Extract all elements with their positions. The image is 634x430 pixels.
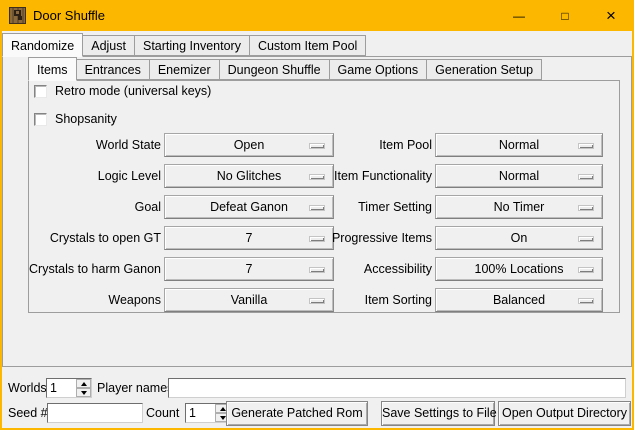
accessibility-dropdown[interactable]: 100% Locations (435, 257, 603, 281)
dropdown-indicator-icon (309, 236, 325, 242)
window-title: Door Shuffle (33, 8, 105, 23)
count-input[interactable] (186, 404, 215, 422)
accessibility-label: Accessibility (329, 257, 432, 281)
tab-entrances[interactable]: Entrances (76, 59, 150, 80)
main-tab-bar: Randomize Adjust Starting Inventory Cust… (2, 33, 366, 57)
crystals-gt-dropdown[interactable]: 7 (164, 226, 334, 250)
progressive-items-label: Progressive Items (329, 226, 432, 250)
dropdown-indicator-icon (578, 174, 594, 180)
maximize-icon: □ (561, 9, 568, 23)
minimize-icon: — (513, 9, 525, 23)
shopsanity-label: Shopsanity (55, 112, 117, 127)
timer-setting-label: Timer Setting (329, 195, 432, 219)
item-pool-label: Item Pool (329, 133, 432, 157)
dropdown-indicator-icon (309, 143, 325, 149)
timer-setting-dropdown[interactable]: No Timer (435, 195, 603, 219)
weapons-dropdown[interactable]: Vanilla (164, 288, 334, 312)
item-functionality-value: Normal (499, 169, 539, 183)
tab-items[interactable]: Items (28, 57, 77, 81)
logic-level-dropdown[interactable]: No Glitches (164, 164, 334, 188)
save-settings-button[interactable]: Save Settings to File (381, 401, 495, 426)
count-label: Count (146, 403, 179, 423)
retro-mode-label: Retro mode (universal keys) (55, 84, 211, 99)
progressive-items-dropdown[interactable]: On (435, 226, 603, 250)
world-state-value: Open (234, 138, 265, 152)
crystals-gt-label: Crystals to open GT (33, 226, 161, 250)
item-sorting-label: Item Sorting (329, 288, 432, 312)
maximize-button[interactable]: □ (542, 0, 588, 31)
dropdown-indicator-icon (578, 298, 594, 304)
timer-setting-value: No Timer (494, 200, 545, 214)
bottom-controls: Worlds Player names Seed # Count Generat… (2, 367, 632, 428)
weapons-value: Vanilla (231, 293, 268, 307)
items-tab-pane: Retro mode (universal keys) Shopsanity W… (28, 80, 620, 313)
worlds-spinbox[interactable] (46, 378, 92, 398)
tab-enemizer[interactable]: Enemizer (149, 59, 220, 80)
minimize-button[interactable]: — (496, 0, 542, 31)
progressive-items-value: On (511, 231, 528, 245)
count-spinbox[interactable] (185, 403, 231, 423)
close-button[interactable]: × (588, 0, 634, 31)
retro-mode-checkbox[interactable] (34, 85, 47, 98)
worlds-label: Worlds (8, 378, 47, 398)
world-state-dropdown[interactable]: Open (164, 133, 334, 157)
item-functionality-dropdown[interactable]: Normal (435, 164, 603, 188)
tab-generation-setup[interactable]: Generation Setup (426, 59, 542, 80)
window-border-left (0, 31, 2, 430)
tab-game-options[interactable]: Game Options (329, 59, 428, 80)
player-names-input[interactable] (168, 378, 626, 398)
logic-level-label: Logic Level (33, 164, 161, 188)
crystals-ganon-value: 7 (246, 262, 253, 276)
up-arrow-icon (81, 382, 87, 386)
close-icon: × (606, 6, 616, 26)
item-functionality-label: Item Functionality (329, 164, 432, 188)
item-pool-dropdown[interactable]: Normal (435, 133, 603, 157)
dropdown-indicator-icon (309, 174, 325, 180)
generate-patched-rom-button[interactable]: Generate Patched Rom (226, 401, 368, 426)
world-state-label: World State (33, 133, 161, 157)
dropdown-indicator-icon (309, 298, 325, 304)
weapons-label: Weapons (33, 288, 161, 312)
open-output-directory-button[interactable]: Open Output Directory (498, 401, 631, 426)
tab-dungeon-shuffle[interactable]: Dungeon Shuffle (219, 59, 330, 80)
seed-input[interactable] (47, 403, 143, 423)
titlebar: Door Shuffle — □ × (0, 0, 634, 31)
seed-label: Seed # (8, 403, 48, 423)
player-names-label: Player names (97, 378, 173, 398)
dropdown-indicator-icon (578, 205, 594, 211)
item-sorting-dropdown[interactable]: Balanced (435, 288, 603, 312)
sub-tab-bar: Items Entrances Enemizer Dungeon Shuffle… (28, 57, 542, 81)
goal-label: Goal (33, 195, 161, 219)
down-arrow-icon (81, 391, 87, 395)
down-arrow-icon (220, 416, 226, 420)
dropdown-indicator-icon (578, 143, 594, 149)
goal-value: Defeat Ganon (210, 200, 288, 214)
dropdown-indicator-icon (578, 267, 594, 273)
crystals-ganon-dropdown[interactable]: 7 (164, 257, 334, 281)
crystals-gt-value: 7 (246, 231, 253, 245)
tab-adjust[interactable]: Adjust (82, 35, 135, 56)
tab-custom-item-pool[interactable]: Custom Item Pool (249, 35, 366, 56)
worlds-input[interactable] (47, 379, 76, 397)
accessibility-value: 100% Locations (475, 262, 564, 276)
tab-starting-inventory[interactable]: Starting Inventory (134, 35, 250, 56)
crystals-ganon-label: Crystals to harm Ganon (33, 257, 161, 281)
item-pool-value: Normal (499, 138, 539, 152)
up-arrow-icon (220, 407, 226, 411)
dropdown-indicator-icon (309, 205, 325, 211)
app-door-icon (9, 7, 26, 24)
item-sorting-value: Balanced (493, 293, 545, 307)
dropdown-indicator-icon (309, 267, 325, 273)
app-window: Door Shuffle — □ × Randomize Adjust Star… (0, 0, 634, 430)
shopsanity-checkbox[interactable] (34, 113, 47, 126)
tab-randomize[interactable]: Randomize (2, 33, 83, 57)
goal-dropdown[interactable]: Defeat Ganon (164, 195, 334, 219)
worlds-spin-up-button[interactable] (76, 379, 91, 388)
worlds-spin-down-button[interactable] (76, 388, 91, 397)
dropdown-indicator-icon (578, 236, 594, 242)
logic-level-value: No Glitches (217, 169, 282, 183)
